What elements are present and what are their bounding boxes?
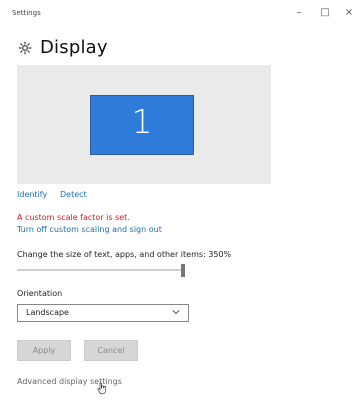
custom-scale-warning: A custom scale factor is set. xyxy=(17,213,130,222)
scale-label: Change the size of text, apps, and other… xyxy=(17,250,232,259)
slider-thumb[interactable] xyxy=(181,264,185,277)
gear-icon xyxy=(18,41,32,54)
monitor-tile[interactable]: 1 xyxy=(90,95,194,155)
turn-off-scaling-link[interactable]: Turn off custom scaling and sign out xyxy=(17,225,162,234)
cancel-button[interactable]: Cancel xyxy=(84,340,138,361)
display-preview-area: 1 xyxy=(17,65,271,184)
chevron-down-icon xyxy=(172,310,180,315)
close-button[interactable]: × xyxy=(342,7,356,19)
window-title: Settings xyxy=(12,9,41,17)
page-header: Display xyxy=(18,37,108,58)
orientation-selected-value: Landscape xyxy=(26,308,69,317)
orientation-label: Orientation xyxy=(17,289,63,298)
identify-link[interactable]: Identify xyxy=(17,190,47,199)
title-bar: Settings – □ × xyxy=(0,0,363,28)
apply-button[interactable]: Apply xyxy=(17,340,71,361)
hand-cursor-icon xyxy=(97,382,106,395)
detect-link[interactable]: Detect xyxy=(60,190,87,199)
minimize-button[interactable]: – xyxy=(292,7,306,19)
monitor-number: 1 xyxy=(131,102,153,141)
orientation-dropdown[interactable]: Landscape xyxy=(17,304,189,322)
maximize-button[interactable]: □ xyxy=(318,7,332,19)
page-title: Display xyxy=(40,37,108,58)
slider-track xyxy=(17,269,185,271)
scale-slider[interactable] xyxy=(17,262,185,278)
